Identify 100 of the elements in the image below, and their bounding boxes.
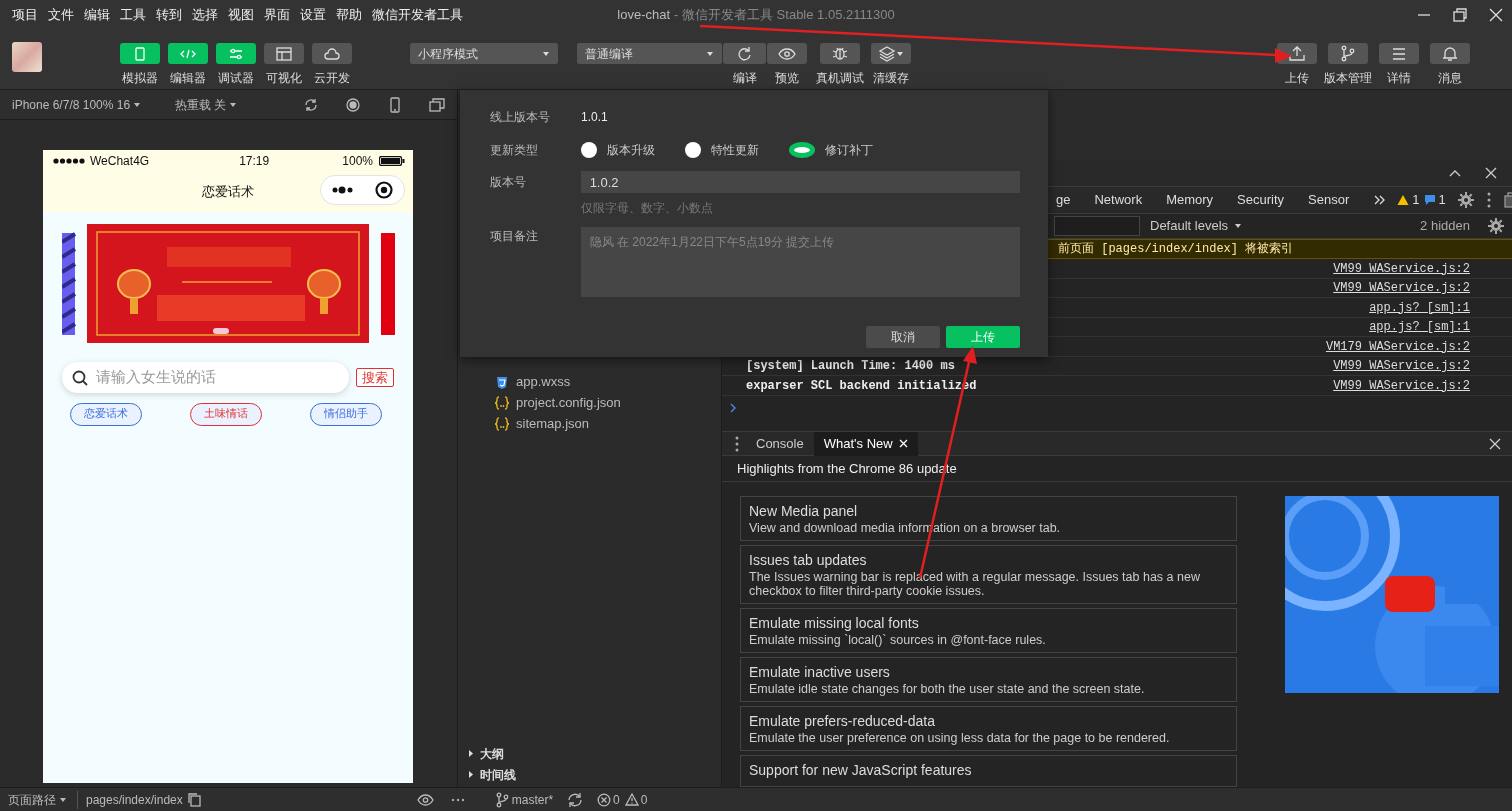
menu-item[interactable]: 视图 [228,5,254,25]
branch-name[interactable]: master* [511,790,554,809]
settings-icon[interactable] [1488,217,1504,234]
devtools-tab[interactable]: Sensor [1308,190,1350,210]
toggle-label: 模拟器 [122,70,158,87]
warning-icon [624,792,639,807]
highlight-card[interactable]: Support for new JavaScript features [740,755,1237,787]
hot-reload-dropdown[interactable]: 热重载 关 [175,95,238,114]
devtools-tab[interactable]: Memory [1166,190,1214,210]
caret-icon [229,100,238,109]
toolbar-button[interactable] [723,43,766,64]
kebab-icon[interactable] [1485,191,1492,208]
source-link[interactable]: VM99 WAService.js:2 [1333,259,1470,278]
record-icon[interactable] [375,181,393,199]
device-dropdown[interactable]: iPhone 6/7/8 100% 16 [12,95,142,114]
menu-item[interactable]: 编辑 [84,5,110,25]
tag-button[interactable]: 土味情话 [190,403,262,426]
toolbar-button[interactable] [1378,43,1419,64]
toolbar-button[interactable] [1327,43,1368,64]
maximize-icon[interactable] [1452,7,1468,23]
card-description: Emulate missing `local()` sources in @font-face rules. [749,633,1047,647]
toolbar-button[interactable] [767,43,807,64]
json-file-icon [494,394,510,411]
menu-item[interactable]: 界面 [264,5,290,25]
version-field[interactable]: 1.0.2 [580,171,1020,193]
page-path-dropdown[interactable]: 页面路径 [8,790,67,809]
menu-item[interactable]: 转到 [156,5,182,25]
close-icon[interactable] [1484,166,1498,181]
drawer-tab[interactable]: What's New [813,431,918,456]
menu-item[interactable]: 帮助 [336,5,362,25]
toggle-label: 可视化 [266,70,302,87]
radio-button[interactable] [789,142,815,158]
source-link[interactable]: VM99 WAService.js:2 [1333,357,1470,376]
highlight-card[interactable]: Emulate missing local fonts Emulate missing `local()` sources in @font-face rules. [740,607,1237,653]
windows-icon[interactable] [429,96,445,113]
close-icon[interactable] [1488,7,1504,23]
menu-item[interactable]: 工具 [120,5,146,25]
eye-icon[interactable] [416,792,434,807]
file-name[interactable]: app.wxss [516,371,571,392]
more-tabs-icon[interactable] [1373,193,1386,206]
view-toggle-button[interactable] [312,43,352,64]
branch-icon[interactable] [494,791,509,808]
devtools-tab[interactable]: Security [1237,190,1285,210]
message-count: 1 [1438,191,1446,210]
drawer-tab[interactable]: Console [746,431,814,456]
phone-icon[interactable] [387,96,403,113]
outline-section[interactable]: 大纲 [458,743,721,764]
menu-item[interactable]: 文件 [48,5,74,25]
devtools-tab[interactable]: ge [1056,190,1071,210]
toggle-label: 编辑器 [170,70,206,87]
source-link[interactable]: app.js? [sm]:1 [1369,318,1470,337]
view-toggle-button[interactable] [120,43,160,64]
compile-dropdown[interactable]: 普通编译 [577,43,722,64]
view-toggle-button[interactable] [216,43,256,64]
toolbar-button[interactable] [820,43,860,64]
sync-icon[interactable] [567,791,584,808]
console-message: [system] Launch Time: 1400 ms [746,358,955,376]
copy-icon[interactable] [186,792,201,807]
file-name[interactable]: project.config.json [516,392,621,413]
kebab-icon[interactable] [734,435,740,452]
menu-item[interactable]: 微信开发者工具 [372,5,463,25]
search-button[interactable]: 搜索 [356,368,394,387]
cancel-button[interactable]: 取消 [866,326,940,348]
radio-button[interactable] [581,142,597,158]
outline-section[interactable]: 时间线 [458,764,721,785]
toolbar-button[interactable] [871,43,911,64]
search-icon [72,369,88,386]
toolbar-label: 上传 [1284,70,1309,87]
record-icon[interactable] [345,96,361,113]
capsule-control[interactable] [320,175,405,205]
menu-item[interactable]: 设置 [300,5,326,25]
devtools-tab[interactable]: Network [1094,190,1143,210]
view-toggle-button[interactable] [168,43,208,64]
settings-icon[interactable] [1457,191,1474,208]
source-link[interactable]: VM99 WAService.js:2 [1333,376,1470,395]
radio-button[interactable] [685,142,701,158]
highlight-card[interactable]: Emulate prefers-reduced-data Emulate the user preference on using less data for the page to be rendered. [740,705,1237,752]
mode-dropdown[interactable]: 小程序模式 [410,43,558,64]
highlight-card[interactable]: Emulate inactive users Emulate idle state changes for both the user state and the screen state. [740,656,1237,702]
toolbar-button[interactable] [1429,43,1470,64]
search-input[interactable]: 请输入女生说的话 [94,365,334,390]
levels-dropdown[interactable]: Default levels [1150,216,1243,236]
field-label: 项目备注 [490,228,539,245]
close-icon[interactable] [1488,436,1502,451]
menu-item[interactable]: 选择 [192,5,218,25]
source-link[interactable]: VM99 WAService.js:2 [1333,279,1470,298]
highlight-card[interactable]: Issues tab updates The Issues warning bar is replaced with a regular message. Issues tab has a new checkbox to filter third-party cookie issues. [740,545,1237,604]
tag-button[interactable]: 恋爱话术 [70,403,142,426]
search-field[interactable]: 请输入女生说的话 [62,362,349,393]
tag-button[interactable]: 情侣助手 [310,403,382,426]
toolbar-label: 版本管理 [1323,70,1372,87]
source-link[interactable]: VM179 WAService.js:2 [1325,337,1470,356]
filter-field[interactable] [1054,215,1140,236]
view-toggle-button[interactable] [264,43,304,64]
source-link[interactable]: app.js? [sm]:1 [1369,298,1470,317]
more-icon[interactable] [332,185,353,195]
rotate-icon[interactable] [303,96,319,113]
menu-item[interactable]: 项目 [12,5,38,25]
bell-icon [1440,45,1459,62]
file-name[interactable]: sitemap.json [516,413,589,434]
